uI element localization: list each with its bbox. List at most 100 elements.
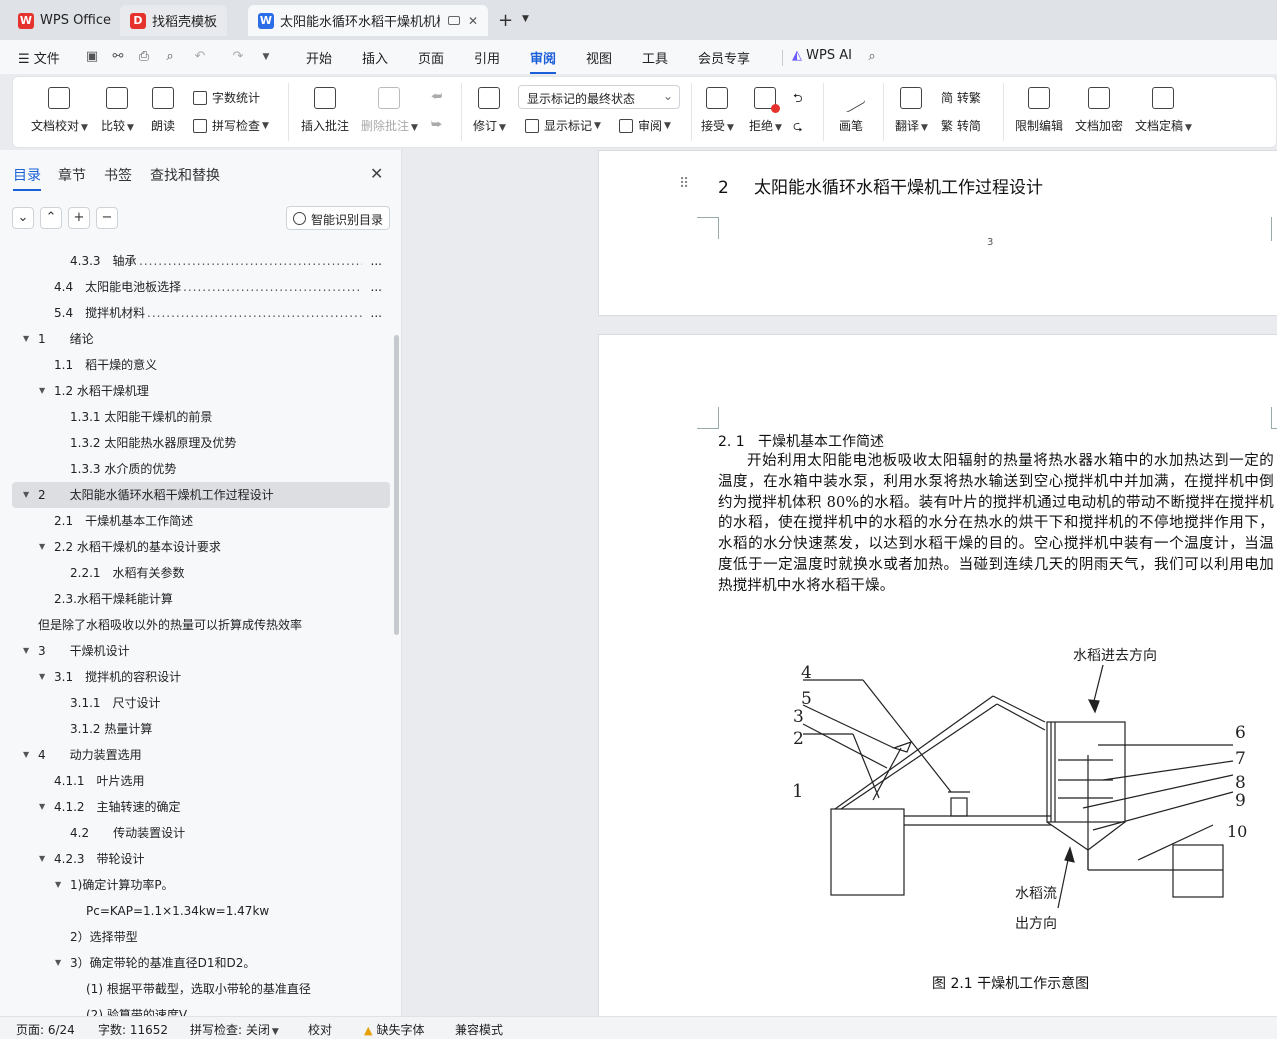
menu-start[interactable]: 开始: [306, 48, 332, 67]
markup-state-select[interactable]: 显示标记的最终状态 ⌄: [518, 85, 680, 109]
toc-item[interactable]: 但是除了水稻吸收以外的热量可以折算成传热效率: [12, 612, 390, 638]
encrypt-button[interactable]: 文档加密: [1075, 87, 1123, 134]
tab-document[interactable]: W 太阳能水循环水稻干燥机机械 ✕: [248, 5, 488, 36]
expand-triangle-icon[interactable]: ▼: [39, 534, 45, 560]
tab-toc[interactable]: 目录: [13, 165, 41, 191]
redo-icon[interactable]: ↷: [230, 49, 246, 65]
menu-reference[interactable]: 引用: [474, 48, 500, 67]
toc-item[interactable]: 2.2.1 水稻有关参数: [12, 560, 390, 586]
monitor-icon[interactable]: [447, 16, 460, 25]
heading-1[interactable]: 2 太阳能水循环水稻干燥机工作过程设计: [718, 173, 1043, 198]
missing-font-button[interactable]: ▲ 缺失字体: [364, 1021, 424, 1038]
proof-button[interactable]: 校对: [308, 1021, 332, 1038]
file-menu[interactable]: ☰ 文件: [18, 48, 60, 67]
close-icon[interactable]: ✕: [370, 164, 383, 183]
toc-item[interactable]: ▼ 3.1 搅拌机的容积设计: [12, 664, 390, 690]
finalize-button[interactable]: 文档定稿 ▼: [1135, 87, 1192, 134]
doc-proof-button[interactable]: 文档校对 ▼: [31, 87, 88, 134]
delete-comment-button[interactable]: 删除批注 ▼: [361, 87, 418, 134]
collapse-all-button[interactable]: ⌄: [12, 207, 34, 229]
tab-find-replace[interactable]: 查找和替换: [150, 165, 220, 185]
toc-item[interactable]: 1.3.2 太阳能热水器原理及优势: [12, 430, 390, 456]
search-icon[interactable]: ⌕: [864, 49, 880, 65]
expand-triangle-icon[interactable]: ▼: [39, 664, 45, 690]
to-traditional-button[interactable]: 简 转繁: [941, 89, 981, 106]
toc-item[interactable]: 5.4 搅拌机材料...............................…: [12, 300, 390, 326]
restrict-edit-button[interactable]: 限制编辑: [1015, 87, 1063, 134]
toc-item[interactable]: 3.1.1 尺寸设计: [12, 690, 390, 716]
expand-triangle-icon[interactable]: ▼: [23, 326, 29, 352]
toc-item[interactable]: ▼ 4.2.3 带轮设计: [12, 846, 390, 872]
expand-up-button[interactable]: ⌃: [40, 207, 62, 229]
print-icon[interactable]: ⎙: [136, 49, 152, 65]
toc-item[interactable]: 2.3.水稻干燥耗能计算: [12, 586, 390, 612]
heading-2[interactable]: 2. 1 干燥机基本工作简述: [718, 431, 884, 451]
toc-item[interactable]: ▼ 1.2 水稻干燥机理: [12, 378, 390, 404]
remove-heading-button[interactable]: −: [96, 207, 118, 229]
toc-item[interactable]: (1) 根据平带截型，选取小带轮的基准直径: [12, 976, 390, 1002]
to-simplified-button[interactable]: 繁 转简: [941, 117, 981, 134]
undo-icon[interactable]: ↶: [192, 49, 208, 65]
expand-triangle-icon[interactable]: ▼: [39, 794, 45, 820]
toc-item[interactable]: ▼ 2.2 水稻干燥机的基本设计要求: [12, 534, 390, 560]
translate-button[interactable]: 翻译 ▼: [895, 87, 928, 134]
expand-triangle-icon[interactable]: ▼: [55, 872, 61, 898]
toc-item[interactable]: ▼ 1)确定计算功率P。: [12, 872, 390, 898]
menu-review[interactable]: 审阅: [530, 48, 557, 74]
pen-button[interactable]: 画笔: [835, 82, 867, 134]
word-count-button[interactable]: 字数统计: [193, 89, 260, 106]
read-aloud-button[interactable]: 朗读: [151, 87, 175, 134]
show-markup-button[interactable]: 显示标记 ▼: [525, 117, 601, 134]
expand-triangle-icon[interactable]: ▼: [39, 846, 45, 872]
insert-comment-button[interactable]: 插入批注: [301, 87, 349, 134]
review-pane-button[interactable]: 审阅 ▼: [619, 117, 671, 134]
toc-item[interactable]: (2) 验算带的速度V: [12, 1002, 390, 1016]
prev-comment-icon[interactable]: ⮨: [431, 89, 442, 104]
tab-bookmarks[interactable]: 书签: [104, 165, 132, 185]
spell-check-toggle[interactable]: 拼写检查: 关闭 ▼: [190, 1021, 279, 1038]
word-count-indicator[interactable]: 字数: 11652: [98, 1021, 168, 1038]
page-indicator[interactable]: 页面: 6/24: [16, 1021, 75, 1038]
expand-triangle-icon[interactable]: ▼: [55, 950, 61, 976]
wps-ai-button[interactable]: ◭ WPS AI: [792, 48, 852, 63]
toc-item[interactable]: 4.4 太阳能电池板选择............................…: [12, 274, 390, 300]
next-change-icon[interactable]: ⮎: [793, 117, 803, 138]
toc-item[interactable]: 3.1.2 热量计算: [12, 716, 390, 742]
menu-insert[interactable]: 插入: [362, 48, 388, 67]
drag-handle-icon[interactable]: ⠿: [679, 176, 689, 192]
toc-item[interactable]: 2）选择带型: [12, 924, 390, 950]
toc-item[interactable]: ▼ 4 动力装置选用: [12, 742, 390, 768]
new-tab-icon[interactable]: +: [498, 10, 513, 31]
add-heading-button[interactable]: +: [68, 207, 90, 229]
toc-item[interactable]: Pc=KAP=1.1×1.34kw=1.47kw: [12, 898, 390, 924]
track-changes-button[interactable]: 修订 ▼: [473, 87, 506, 134]
smart-toc-button[interactable]: 智能识别目录: [286, 206, 390, 230]
next-comment-icon[interactable]: ⮩: [431, 117, 442, 132]
more-chevron-icon[interactable]: ▼: [258, 49, 274, 65]
expand-triangle-icon[interactable]: ▼: [23, 742, 29, 768]
toc-item[interactable]: ▼ 1 绪论: [12, 326, 390, 352]
toc-item[interactable]: 1.1 稻干燥的意义: [12, 352, 390, 378]
tab-chapters[interactable]: 章节: [58, 165, 86, 185]
tab-wps-office[interactable]: W WPS Office: [8, 5, 121, 36]
save-icon[interactable]: ▣: [84, 49, 100, 65]
toc-item[interactable]: 4.1.1 叶片选用: [12, 768, 390, 794]
menu-tools[interactable]: 工具: [642, 48, 668, 67]
expand-triangle-icon[interactable]: ▼: [23, 638, 29, 664]
compare-button[interactable]: 比较 ▼: [101, 87, 134, 134]
expand-triangle-icon[interactable]: ▼: [39, 378, 45, 404]
tab-docer[interactable]: D 找稻壳模板: [120, 5, 228, 36]
tab-list-chevron-icon[interactable]: ▼: [522, 14, 529, 24]
previous-change-icon[interactable]: ⮌: [793, 89, 803, 110]
print-preview-icon[interactable]: ⌕: [162, 49, 178, 65]
toc-item[interactable]: ▼ 2 太阳能水循环水稻干燥机工作过程设计: [12, 482, 390, 508]
toc-item[interactable]: 1.3.3 水介质的优势: [12, 456, 390, 482]
menu-view[interactable]: 视图: [586, 48, 612, 67]
toc-item[interactable]: ▼ 3 干燥机设计: [12, 638, 390, 664]
menu-member[interactable]: 会员专享: [698, 48, 750, 67]
scrollbar[interactable]: [394, 335, 399, 635]
expand-triangle-icon[interactable]: ▼: [23, 482, 29, 508]
close-tab-icon[interactable]: ✕: [468, 14, 478, 28]
link-icon[interactable]: ⚯: [110, 49, 126, 65]
spell-check-button[interactable]: 拼写检查 ▼: [193, 117, 269, 134]
